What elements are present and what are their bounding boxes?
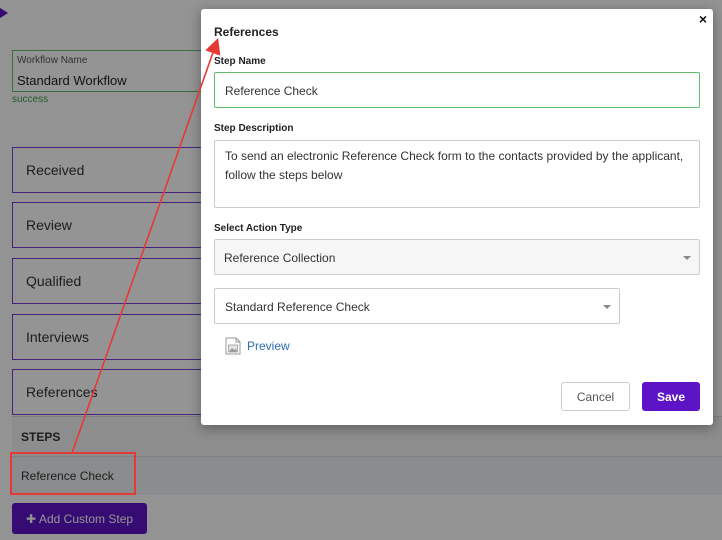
save-button[interactable]: Save (642, 382, 700, 411)
step-description-textarea[interactable]: To send an electronic Reference Check fo… (214, 140, 700, 208)
action-type-label: Select Action Type (214, 223, 303, 234)
chevron-down-icon (683, 256, 691, 260)
reference-template-value: Standard Reference Check (225, 300, 370, 314)
step-name-label: Step Name (214, 56, 266, 67)
reference-template-select[interactable]: Standard Reference Check (214, 288, 620, 324)
action-type-select[interactable]: Reference Collection (214, 239, 700, 275)
step-description-label: Step Description (214, 123, 294, 134)
step-name-value: Reference Check (225, 84, 318, 98)
modal-title: References (214, 25, 279, 39)
close-icon[interactable]: × (699, 11, 707, 27)
action-type-value: Reference Collection (224, 251, 336, 265)
annotation-highlight-box (10, 452, 136, 495)
chevron-down-icon (603, 305, 611, 309)
cancel-button[interactable]: Cancel (561, 382, 630, 411)
references-modal: × References Step Name Reference Check S… (201, 9, 713, 425)
preview-link[interactable]: Preview (247, 339, 290, 353)
step-name-input[interactable]: Reference Check (214, 72, 700, 108)
image-file-icon (225, 337, 241, 355)
